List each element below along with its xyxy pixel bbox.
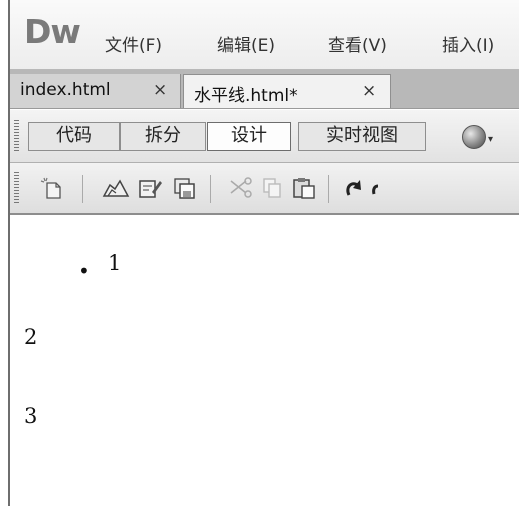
paste-icon[interactable]: [292, 177, 316, 199]
save-icon[interactable]: [173, 177, 197, 199]
tab-horizontal-line-html[interactable]: 水平线.html* ×: [183, 74, 391, 108]
tab-index-html[interactable]: index.html ×: [10, 74, 181, 108]
dreamweaver-logo: Dw: [24, 12, 81, 51]
standard-toolbar: [10, 163, 519, 215]
copy-icon[interactable]: [260, 177, 284, 199]
split-view-button[interactable]: 拆分: [120, 122, 206, 151]
new-document-icon[interactable]: [40, 177, 64, 199]
menu-bar: Dw 文件(F) 编辑(E) 查看(V) 插入(I): [10, 0, 519, 70]
close-icon[interactable]: ×: [153, 80, 167, 100]
toolbar-separator: [82, 175, 83, 203]
paragraph[interactable]: 2: [24, 325, 37, 349]
menu-edit[interactable]: 编辑(E): [217, 31, 275, 56]
menu-file[interactable]: 文件(F): [105, 31, 162, 56]
document-toolbar: 代码 拆分 设计 实时视图 ▾: [10, 110, 519, 163]
toolbar-separator: [328, 175, 329, 203]
chevron-down-icon[interactable]: ▾: [488, 134, 493, 145]
close-icon[interactable]: ×: [362, 81, 376, 101]
toolbar-separator: [210, 175, 211, 203]
paragraph[interactable]: 3: [24, 404, 37, 428]
design-view-button[interactable]: 设计: [207, 122, 291, 151]
code-view-button[interactable]: 代码: [28, 122, 120, 151]
menu-insert[interactable]: 插入(I): [442, 31, 494, 56]
redo-icon[interactable]: [370, 177, 380, 199]
open-icon[interactable]: [102, 177, 130, 199]
tab-label: 水平线.html*: [194, 86, 298, 106]
browser-preview-icon[interactable]: [462, 125, 486, 149]
undo-icon[interactable]: [342, 177, 366, 199]
list-item[interactable]: 1: [108, 251, 121, 275]
live-view-button[interactable]: 实时视图: [298, 122, 426, 151]
document-tab-bar: index.html × 水平线.html* ×: [10, 70, 519, 109]
list-bullet: •: [78, 259, 90, 283]
toolbar-grip[interactable]: [14, 120, 19, 152]
menu-view[interactable]: 查看(V): [328, 31, 387, 56]
cut-icon[interactable]: [228, 177, 252, 199]
edit-icon[interactable]: [138, 177, 162, 199]
toolbar-grip[interactable]: [14, 172, 19, 204]
tab-label: index.html: [20, 80, 111, 100]
